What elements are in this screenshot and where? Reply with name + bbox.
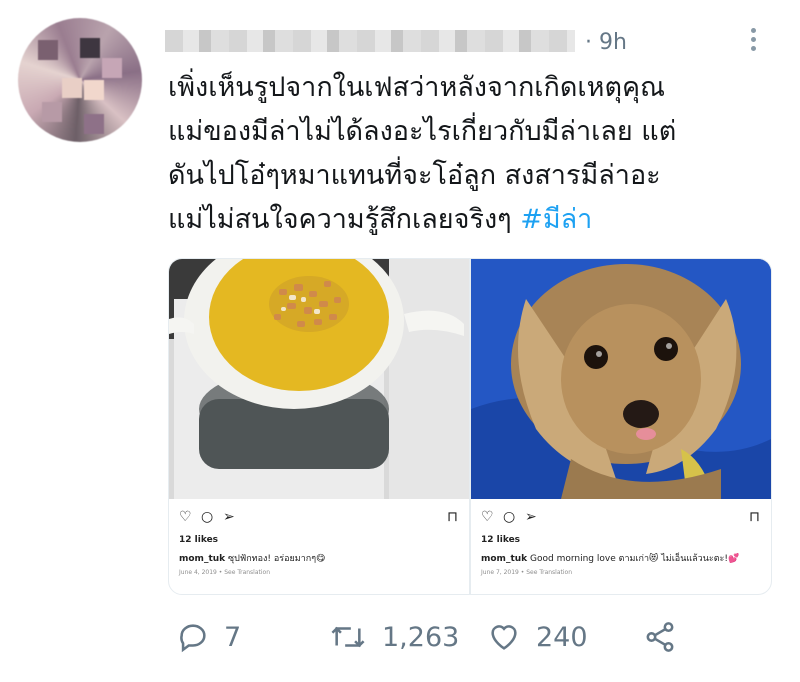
comment-icon: ○ <box>201 509 214 525</box>
post-date: June 7, 2019 • See Translation <box>481 569 573 576</box>
tweet-line: ดันไปโอ๋ๆหมาแทนที่จะโอ๋ลูก สงสารมีล่าอะ <box>168 160 661 191</box>
tweet-time[interactable]: · 9h <box>585 30 627 55</box>
share-icon <box>646 622 674 652</box>
post-username: mom_tuk <box>481 554 528 564</box>
heart-icon <box>491 625 517 650</box>
reply-count: 7 <box>224 621 242 653</box>
soup-photo <box>169 259 469 499</box>
likes-count: 12 likes <box>179 535 219 545</box>
tweet-text: เพิ่งเห็นรูปจากในเฟสว่าหลังจากเกิดเหตุคุ… <box>168 66 768 242</box>
media-card-right[interactable]: ♡ ○ ➢ ⊓ 12 likes mom_tuk Good morning lo… <box>470 258 772 595</box>
tweet-actions: 7 1,263 240 <box>0 620 800 664</box>
instagram-actions: ♡ ○ ➢ ⊓ <box>179 509 459 529</box>
username-blurred[interactable] <box>165 30 575 52</box>
more-options-icon[interactable] <box>748 28 758 56</box>
tweet-line: แม่ของมีล่าไม่ได้ลงอะไรเกี่ยวกับมีล่าเลย… <box>168 116 677 147</box>
retweet-button[interactable]: 1,263 <box>328 620 459 654</box>
like-count: 240 <box>536 621 588 653</box>
post-username: mom_tuk <box>179 554 226 564</box>
post-date: June 4, 2019 • See Translation <box>179 569 271 576</box>
hashtag-link[interactable]: #มีล่า <box>520 204 592 235</box>
send-icon: ➢ <box>525 509 537 525</box>
media-card-left[interactable]: ♡ ○ ➢ ⊓ 12 likes mom_tuk ซุปฟักทอง! อร่อ… <box>168 258 470 595</box>
reply-button[interactable]: 7 <box>176 620 241 654</box>
caption-text: ซุปฟักทอง! อร่อยมากๆ😋 <box>228 554 326 564</box>
retweet-icon <box>331 626 365 648</box>
retweet-count: 1,263 <box>382 621 460 653</box>
caption-text: Good morning love ตามเก่า😻 ไม่เอ็นแล้วนะ… <box>530 554 740 564</box>
dog-photo <box>471 259 771 499</box>
tweet-line: เพิ่งเห็นรูปจากในเฟสว่าหลังจากเกิดเหตุคุ… <box>168 72 666 103</box>
reply-icon <box>180 624 206 653</box>
heart-icon: ♡ <box>481 509 494 525</box>
bookmark-icon: ⊓ <box>447 509 458 525</box>
like-button[interactable]: 240 <box>486 620 588 654</box>
post-caption: mom_tuk Good morning love ตามเก่า😻 ไม่เอ… <box>481 551 739 565</box>
post-caption: mom_tuk ซุปฟักทอง! อร่อยมากๆ😋 <box>179 551 325 565</box>
comment-icon: ○ <box>503 509 516 525</box>
heart-icon: ♡ <box>179 509 192 525</box>
share-button[interactable] <box>642 620 692 654</box>
tweet-line: แม่ไม่สนใจความรู้สึกเลยจริงๆ <box>168 204 521 235</box>
avatar[interactable] <box>18 18 142 142</box>
send-icon: ➢ <box>223 509 235 525</box>
likes-count: 12 likes <box>481 535 521 545</box>
bookmark-icon: ⊓ <box>749 509 760 525</box>
instagram-actions: ♡ ○ ➢ ⊓ <box>481 509 761 529</box>
